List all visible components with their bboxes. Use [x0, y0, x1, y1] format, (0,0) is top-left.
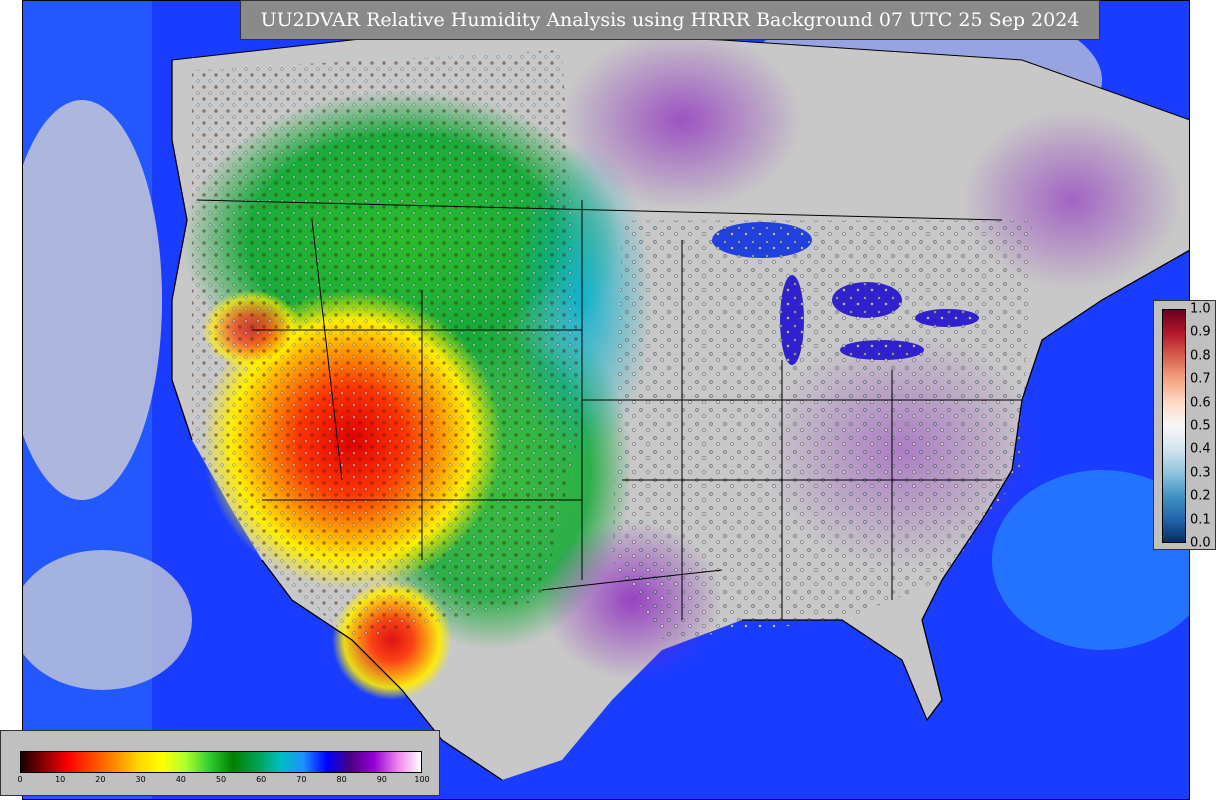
- rh-tick-label: 0: [17, 775, 23, 784]
- rh-tick-label: 10: [55, 775, 66, 784]
- rh-tick-label: 70: [296, 775, 307, 784]
- rh-tick-label: 20: [95, 775, 106, 784]
- humidity-map: [22, 0, 1190, 800]
- ratio-tick-label: 1.0: [1190, 301, 1211, 317]
- map-title: UU2DVAR Relative Humidity Analysis using…: [240, 0, 1100, 40]
- rh-tick-label: 50: [215, 775, 227, 784]
- ratio-tick-label: 0.0: [1190, 535, 1211, 551]
- rh-colorbar-legend: 0 10 20 30 40 50 60 70 80 90 100: [0, 730, 440, 796]
- ratio-tick-label: 0.9: [1190, 324, 1211, 340]
- rh-tick-label: 100: [414, 775, 430, 784]
- rh-tick-label: 80: [336, 775, 347, 784]
- rh-tick-label: 90: [376, 775, 387, 784]
- ratio-tick-label: 0.4: [1190, 441, 1211, 457]
- rh-tick-label: 30: [135, 775, 146, 784]
- ratio-tick-label: 0.2: [1190, 488, 1211, 504]
- rh-tick-label: 60: [256, 775, 267, 784]
- map-frame: [22, 0, 1190, 800]
- rh-tick-label: 40: [175, 775, 186, 784]
- ratio-tick-label: 0.1: [1190, 512, 1211, 528]
- ratio-colorbar-legend: 1.0 0.9 0.8 0.7 0.6 0.5 0.4 0.3 0.2 0.1 0.0: [1153, 300, 1216, 551]
- ratio-tick-label: 0.7: [1190, 371, 1211, 387]
- ratio-tick-label: 0.5: [1190, 418, 1211, 434]
- rh-colorbar: [20, 751, 422, 773]
- ratio-tick-label: 0.8: [1190, 348, 1211, 364]
- ratio-tick-label: 0.3: [1190, 465, 1211, 481]
- ratio-tick-label: 0.6: [1190, 395, 1211, 411]
- ratio-colorbar: [1162, 309, 1186, 543]
